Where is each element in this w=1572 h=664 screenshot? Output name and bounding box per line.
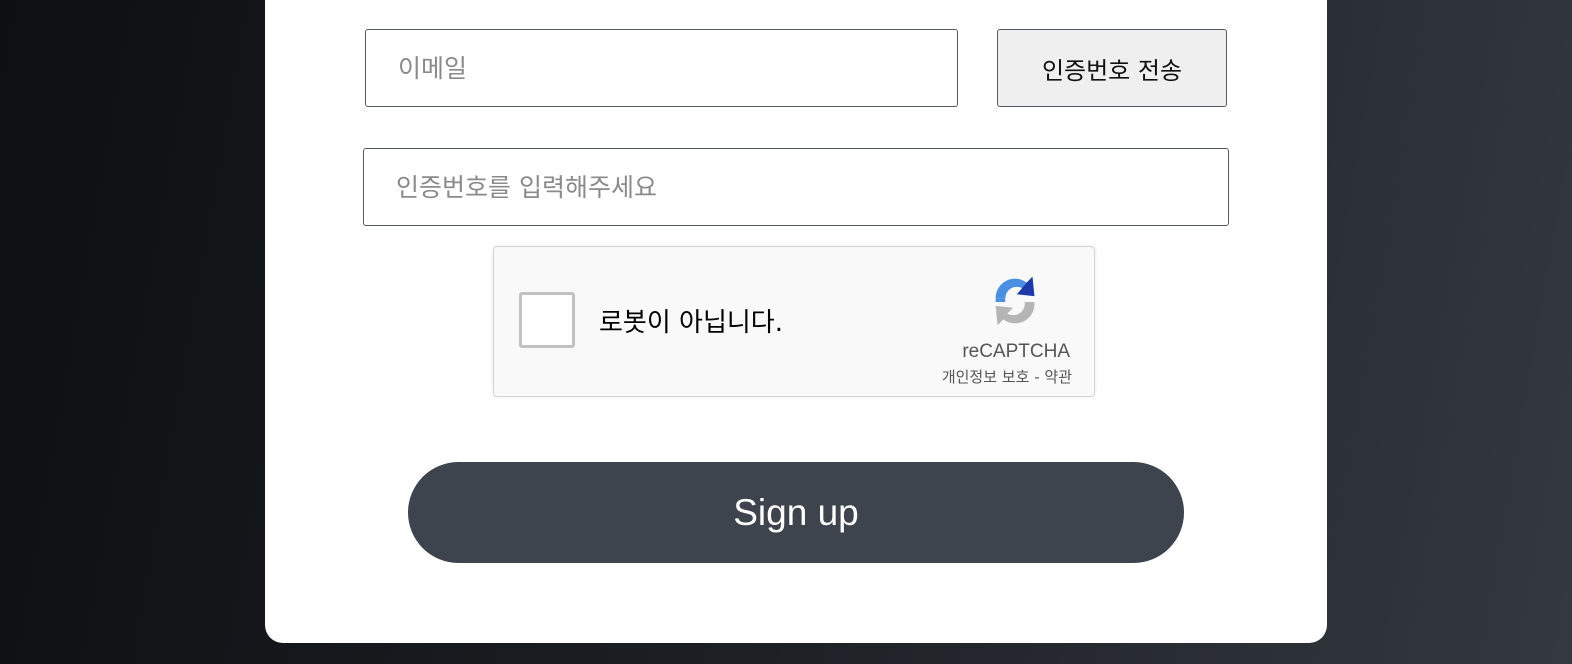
recaptcha-privacy-link[interactable]: 개인정보 보호 bbox=[942, 368, 1030, 386]
signup-button[interactable]: Sign up bbox=[408, 462, 1184, 563]
recaptcha-terms-link[interactable]: 약관 bbox=[1044, 368, 1072, 386]
verification-code-input[interactable] bbox=[363, 148, 1229, 226]
recaptcha-checkbox[interactable] bbox=[519, 292, 575, 348]
recaptcha-links: 개인정보 보호 - 약관 bbox=[942, 366, 1072, 387]
email-input[interactable] bbox=[365, 29, 958, 107]
recaptcha-logo-icon bbox=[995, 276, 1035, 326]
recaptcha-checkbox-label: 로봇이 아닙니다. bbox=[599, 308, 783, 338]
recaptcha-widget: 로봇이 아닙니다. reCAPTCHA 개인정보 보호 - 약관 bbox=[493, 246, 1095, 397]
recaptcha-links-separator: - bbox=[1034, 368, 1040, 386]
send-verification-code-button[interactable]: 인증번호 전송 bbox=[997, 29, 1227, 107]
recaptcha-brand-text: reCAPTCHA bbox=[962, 341, 1070, 362]
